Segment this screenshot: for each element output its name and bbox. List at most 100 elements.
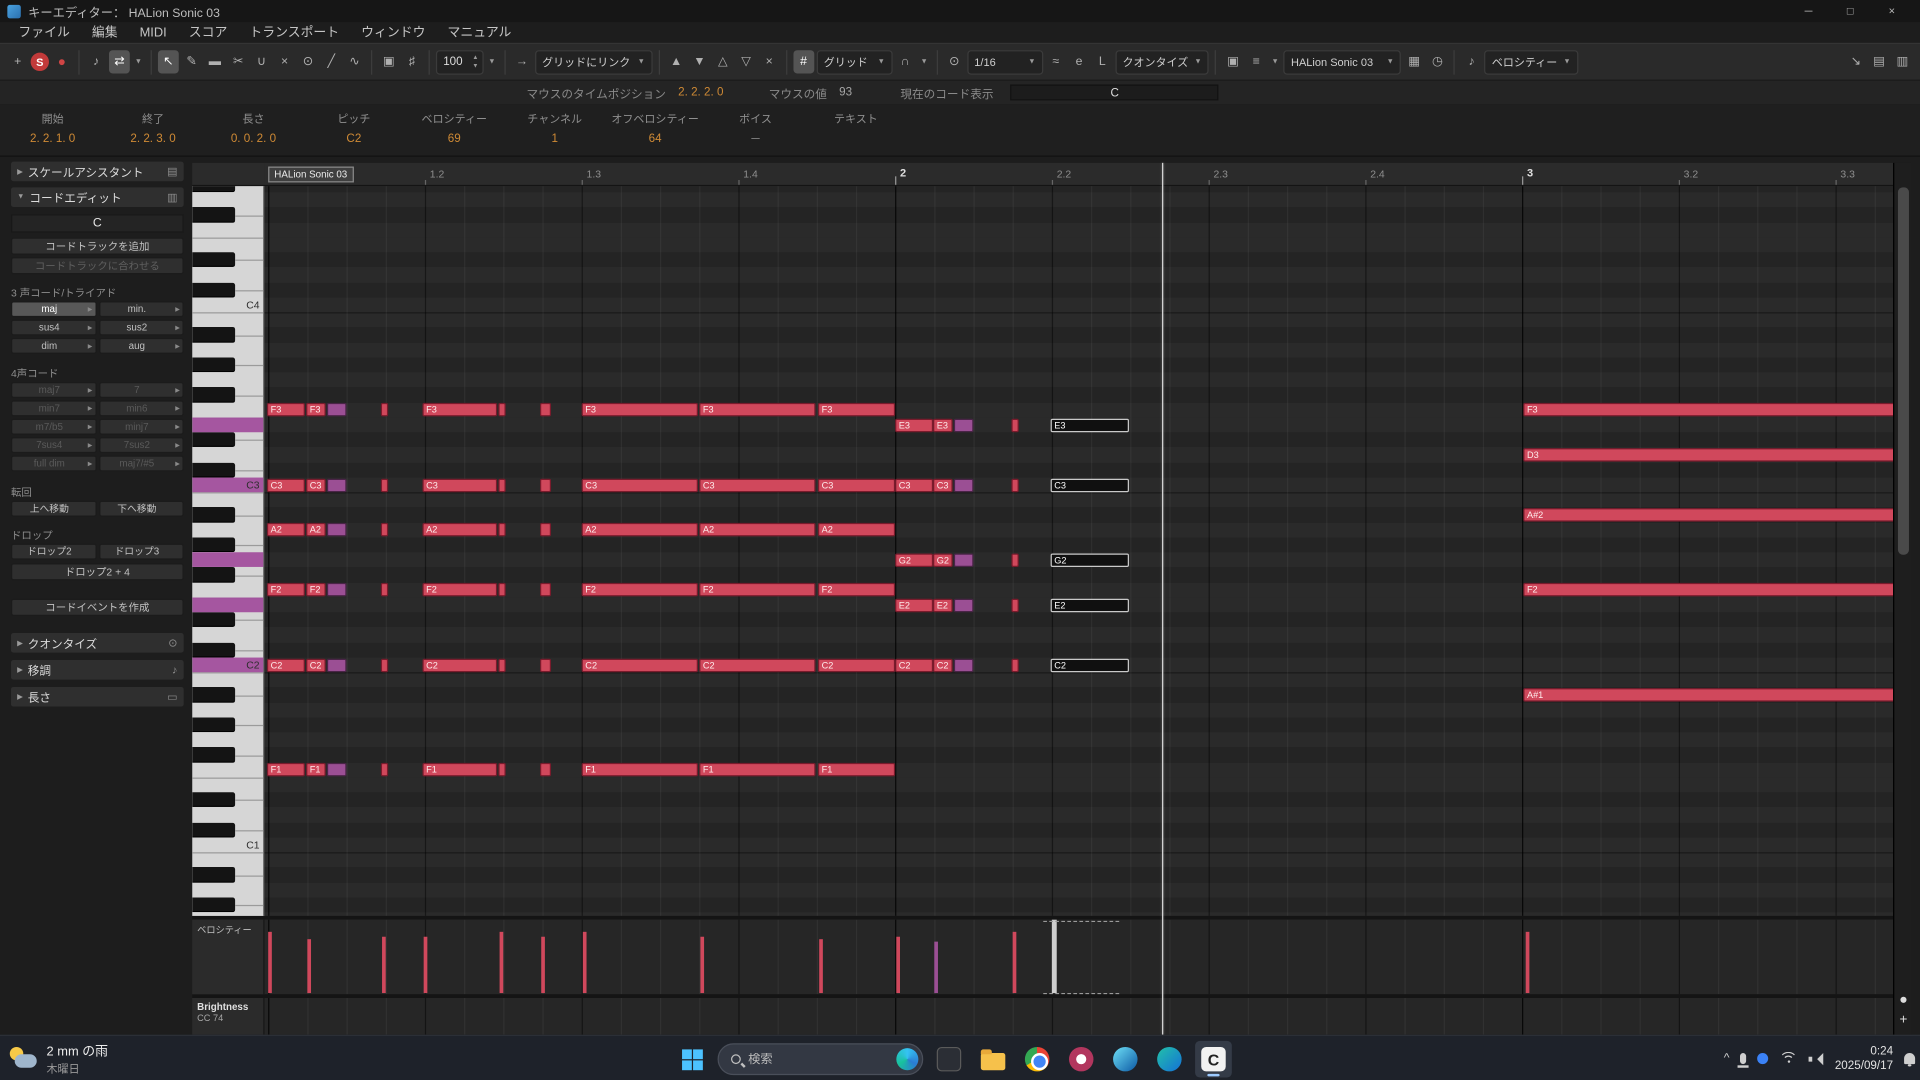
iterative-quantize-icon[interactable]: ≈ (1045, 50, 1066, 73)
piano-key-black[interactable] (192, 387, 236, 403)
setup-link-icon[interactable]: + (7, 50, 28, 73)
transpose-up-icon[interactable]: △ (712, 50, 733, 73)
piano-key-black[interactable] (192, 327, 236, 343)
piano-key-black[interactable] (192, 687, 236, 703)
midi-note[interactable]: F3 (817, 403, 896, 417)
drop-2-4-button[interactable]: ドロップ2 + 4 (11, 563, 184, 581)
piano-key-black[interactable] (192, 612, 236, 628)
midi-note[interactable]: C2 (266, 658, 305, 672)
velocity-lane[interactable] (264, 919, 1894, 995)
velocity-bar[interactable] (582, 931, 587, 994)
midi-note[interactable]: F3 (581, 403, 698, 417)
velocity-bar[interactable] (268, 931, 272, 994)
match-chord-track-button[interactable]: コードトラックに合わせる (11, 257, 184, 275)
network-status-icon[interactable] (1757, 1053, 1769, 1065)
cc-lane-header[interactable]: Brightness CC 74 (192, 997, 265, 1035)
taskbar-app-cubase[interactable]: C (1195, 1040, 1232, 1078)
part-borders-icon[interactable]: ▣ (1222, 50, 1243, 73)
quantize-panel-icon[interactable]: e (1069, 50, 1090, 73)
part-list-icon[interactable]: ≡ (1246, 50, 1267, 73)
velocity-bar[interactable] (819, 939, 823, 994)
microphone-icon[interactable] (1738, 1053, 1750, 1068)
autoscroll-icon[interactable]: ⇄ (108, 50, 130, 74)
chord-type-button[interactable]: 7sus4 ▶ (11, 437, 97, 454)
add-chord-track-button[interactable]: コードトラックを追加 (11, 237, 184, 255)
midi-note[interactable] (540, 763, 552, 777)
midi-note[interactable]: F2 (699, 583, 816, 597)
insert-velocity-caret[interactable]: ▼ (486, 58, 498, 65)
midi-note[interactable]: E3 (895, 418, 934, 432)
taskbar-clock[interactable]: 0:24 2025/09/17 (1835, 1044, 1893, 1073)
midi-note[interactable] (1011, 598, 1019, 612)
info-field[interactable]: 長さ 0. 0. 2. 0 (203, 110, 303, 155)
length-quantize-dropdown[interactable]: クオンタイズ ▼ (1115, 49, 1210, 75)
acoustic-feedback-icon[interactable]: ♪ (86, 50, 107, 73)
midi-note[interactable]: C2 (306, 658, 326, 672)
chord-type-button[interactable]: maj7/#5 ▶ (98, 455, 184, 472)
active-part-dropdown[interactable]: HALion Sonic 03 ▼ (1283, 49, 1402, 75)
piano-key-black[interactable] (192, 282, 236, 298)
midi-note[interactable]: C3 (422, 478, 498, 492)
chord-type-button[interactable]: maj7 ▶ (11, 382, 97, 398)
velocity-lane-header[interactable]: ベロシティー (192, 919, 265, 995)
cc-lane[interactable] (264, 997, 1894, 1035)
info-field[interactable]: チャンネル 1 (504, 110, 604, 155)
info-field[interactable]: ボイス ─ (705, 110, 805, 155)
velocity-bar[interactable] (307, 939, 312, 994)
midi-note[interactable]: F2 (266, 583, 305, 597)
midi-note[interactable] (540, 658, 552, 672)
chord-type-button[interactable]: 7 ▶ (98, 382, 184, 398)
piano-key-black[interactable] (192, 537, 236, 553)
insert-velocity-spin[interactable]: 100 ▲ ▼ (435, 49, 484, 75)
midi-note[interactable]: C2 (817, 658, 896, 672)
velocity-bar[interactable] (423, 936, 428, 994)
window-layout-icon[interactable]: ▤ (1869, 50, 1890, 73)
midi-note[interactable]: A2 (306, 523, 326, 537)
midi-note[interactable] (498, 583, 506, 597)
erase-tool[interactable]: ▬ (204, 50, 225, 73)
piano-key-black[interactable] (192, 252, 236, 268)
midi-note[interactable]: A2 (699, 523, 816, 537)
midi-note[interactable] (380, 478, 389, 492)
midi-note[interactable]: G2 (1050, 553, 1129, 567)
taskbar-app-media[interactable] (1151, 1041, 1188, 1078)
midi-note[interactable] (1011, 418, 1019, 432)
velocity-bar[interactable] (1012, 931, 1017, 994)
chord-type-button[interactable]: dim ▶ (11, 337, 97, 354)
midi-note[interactable]: A2 (581, 523, 698, 537)
piano-key-black[interactable] (192, 507, 236, 523)
midi-note[interactable]: C2 (581, 658, 698, 672)
menu-item[interactable]: MIDI (129, 25, 178, 40)
taskbar-app-edge[interactable] (1107, 1041, 1144, 1078)
midi-note[interactable]: F1 (306, 763, 326, 777)
delete-notes-icon[interactable]: × (759, 50, 780, 73)
show-transpositions-icon[interactable]: ♯ (402, 50, 423, 73)
midi-note[interactable]: G2 (895, 553, 934, 567)
chord-type-button[interactable]: minj7 ▶ (98, 418, 184, 435)
chord-type-button[interactable]: min6 ▶ (98, 400, 184, 417)
midi-note[interactable]: E3 (933, 418, 953, 432)
midi-note[interactable]: C3 (266, 478, 305, 492)
midi-note[interactable]: F3 (306, 403, 326, 417)
midi-note[interactable]: F3 (422, 403, 498, 417)
menu-item[interactable]: トランスポート (238, 23, 350, 41)
line-tool[interactable]: ╱ (321, 50, 342, 73)
midi-note[interactable] (326, 658, 347, 672)
midi-note[interactable]: E3 (1050, 418, 1129, 432)
midi-note[interactable]: F1 (581, 763, 698, 777)
midi-note[interactable] (953, 418, 974, 432)
maximize-button[interactable]: □ (1829, 5, 1871, 17)
piano-key-black[interactable] (192, 207, 236, 223)
velocity-bar[interactable] (896, 936, 900, 994)
part-name-tab[interactable]: HALion Sonic 03 (268, 166, 354, 183)
midi-note[interactable]: G2 (933, 553, 953, 567)
piano-key-black[interactable] (192, 822, 236, 838)
menu-item[interactable]: スコア (178, 23, 239, 41)
snap-type-caret[interactable]: ▼ (918, 58, 930, 65)
weather-widget[interactable]: 2 mm の雨 木曜日 (7, 1041, 108, 1077)
midi-note[interactable]: C3 (581, 478, 698, 492)
piano-key-black[interactable] (192, 462, 236, 478)
spin-down-icon[interactable]: ▼ (472, 62, 478, 69)
quantize-zoom-icon[interactable]: ⊙ (944, 50, 965, 73)
panel-length[interactable]: ▶ 長さ ▭ (11, 686, 184, 707)
